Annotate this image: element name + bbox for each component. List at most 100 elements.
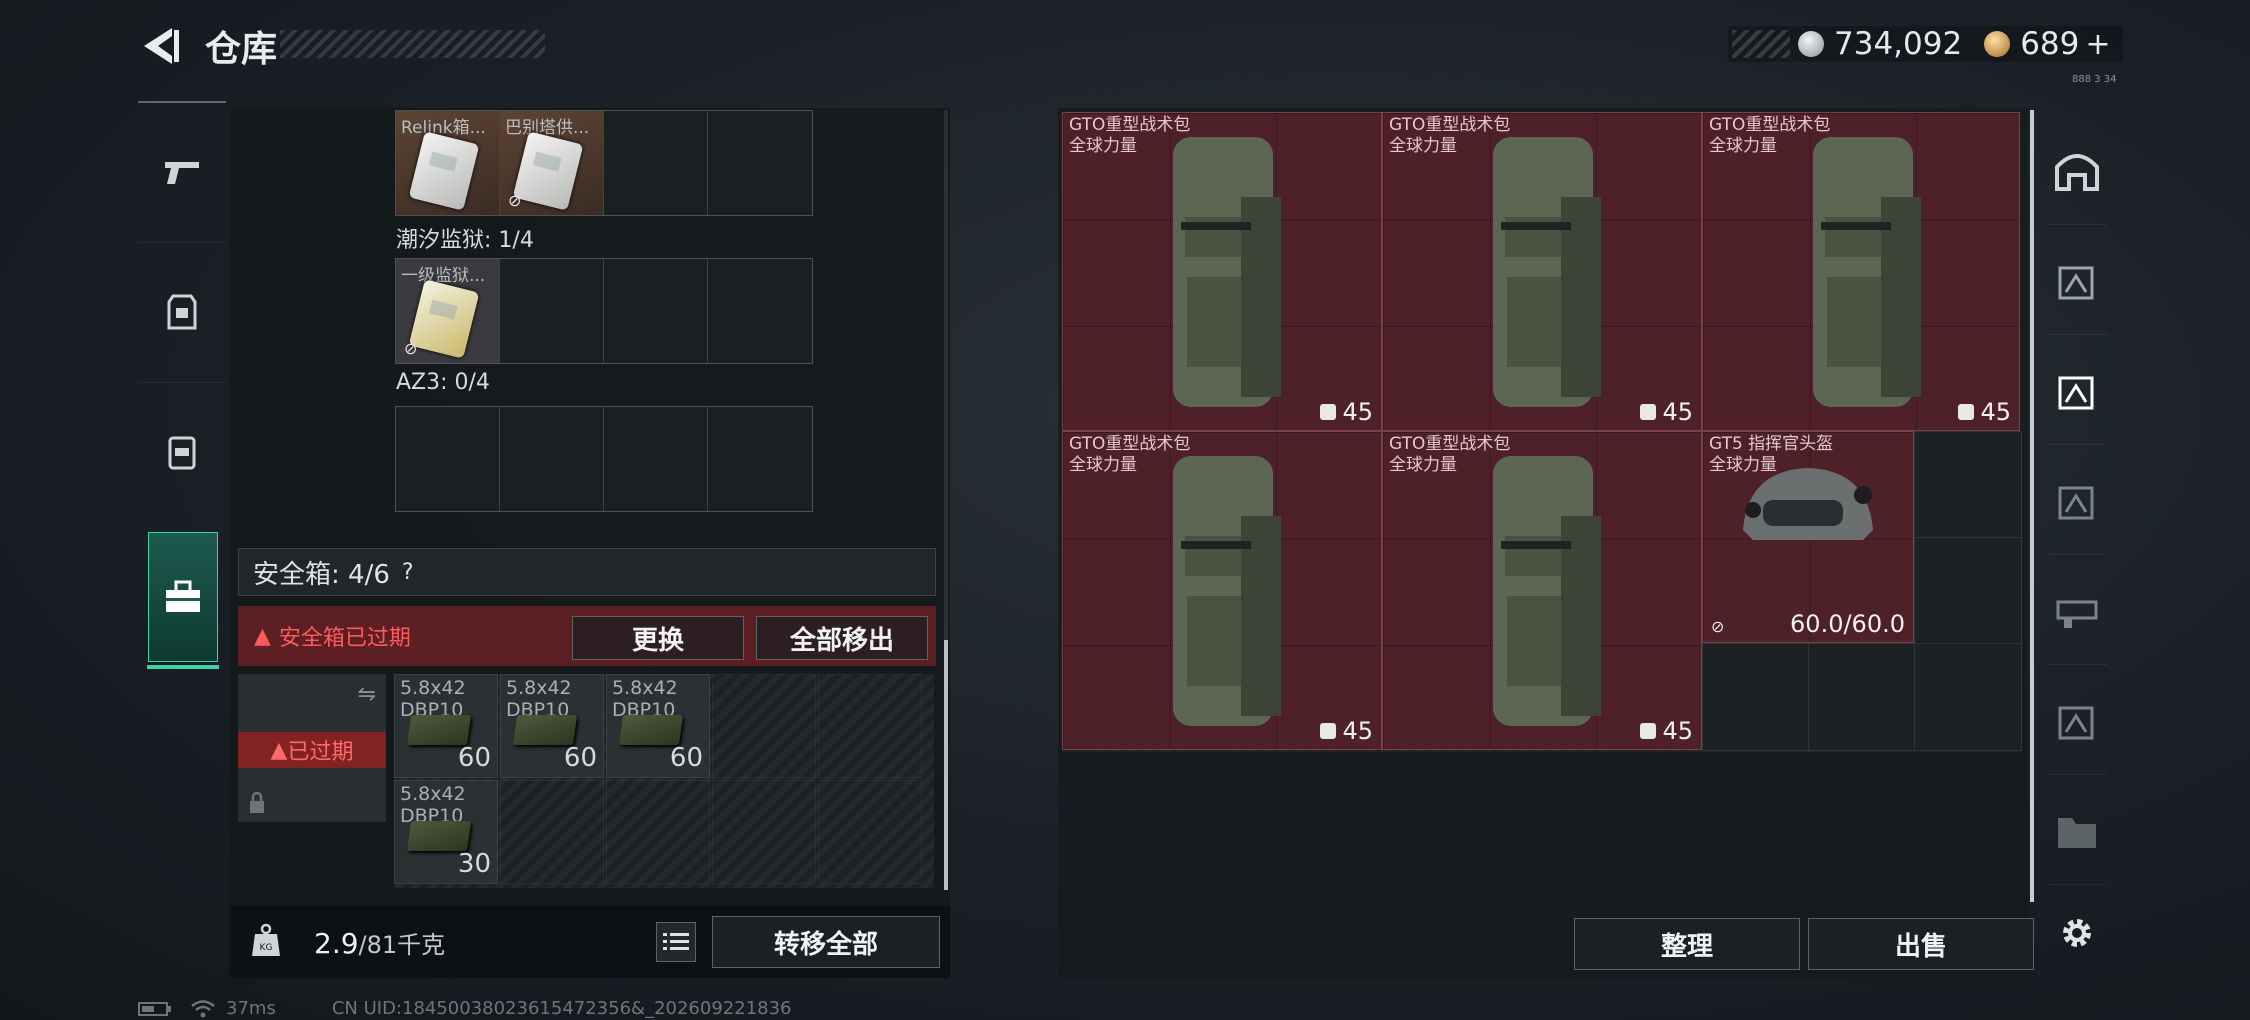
sell-button[interactable]: 出售 bbox=[1808, 918, 2034, 970]
empty-slot[interactable] bbox=[606, 780, 710, 884]
category-tab-all[interactable] bbox=[2046, 118, 2108, 225]
item-gto-backpack[interactable]: GTO重型战术包 全球力量 45 bbox=[1062, 112, 1382, 431]
item-count: 45 bbox=[1958, 398, 2011, 426]
item-gto-backpack[interactable]: GTO重型战术包 全球力量 45 bbox=[1702, 112, 2020, 431]
crate-icon bbox=[2058, 266, 2094, 300]
tab-backpack[interactable] bbox=[138, 382, 226, 521]
backpack-image bbox=[1493, 456, 1601, 726]
item-count: 30 bbox=[457, 849, 491, 879]
item-ammo-dbp10[interactable]: 5.8x42 DBP10 30 bbox=[394, 780, 498, 884]
no-trade-icon: ⊘ bbox=[508, 191, 522, 210]
safe-box-image[interactable]: ⇋ ▲ 已过期 bbox=[238, 674, 386, 822]
item-relink-box[interactable]: Relink箱... bbox=[396, 111, 500, 215]
container-grid-3 bbox=[395, 406, 813, 512]
empty-slot[interactable] bbox=[708, 111, 812, 215]
empty-slot[interactable] bbox=[1914, 643, 2022, 751]
expired-warning-text: 安全箱已过期 bbox=[278, 626, 411, 651]
category-tab-5[interactable] bbox=[2046, 558, 2108, 665]
item-ammo-dbp10[interactable]: 5.8x42 DBP10 60 bbox=[606, 674, 710, 778]
container-grid-2: 一级监狱... ⊘ bbox=[395, 258, 813, 364]
bag-icon bbox=[1320, 404, 1337, 420]
empty-slot[interactable] bbox=[1702, 643, 1810, 751]
empty-slot[interactable] bbox=[604, 259, 708, 363]
item-count: 45 bbox=[1320, 398, 1373, 426]
battery-icon bbox=[138, 1001, 171, 1016]
pistol-icon bbox=[165, 162, 199, 184]
currency-decoration bbox=[1732, 30, 1790, 58]
item-count: 60 bbox=[457, 743, 491, 773]
silver-amount: 734,092 bbox=[1834, 26, 1963, 62]
empty-slot[interactable] bbox=[500, 259, 604, 363]
backpack-image bbox=[1173, 137, 1281, 407]
tab-safe-box[interactable] bbox=[147, 532, 219, 669]
crate-icon bbox=[2058, 486, 2094, 520]
settings-button[interactable] bbox=[2046, 880, 2108, 986]
move-all-out-button[interactable]: 全部移出 bbox=[756, 616, 928, 660]
backpack-icon bbox=[168, 436, 196, 470]
tool-icon bbox=[2056, 600, 2098, 628]
weight-icon: KG bbox=[250, 922, 282, 962]
transfer-all-button[interactable]: 转移全部 bbox=[712, 916, 940, 968]
empty-slot[interactable] bbox=[1914, 431, 2022, 539]
back-button[interactable] bbox=[138, 24, 182, 68]
no-trade-icon: ⊘ bbox=[1711, 617, 1725, 636]
item-ammo-dbp10[interactable]: 5.8x42 DBP10 60 bbox=[394, 674, 498, 778]
arch-icon bbox=[2055, 154, 2099, 191]
right-category-rail bbox=[2030, 108, 2112, 988]
storage-scroll-thumb[interactable] bbox=[944, 640, 948, 890]
empty-slot[interactable] bbox=[604, 407, 708, 511]
empty-slot[interactable] bbox=[500, 407, 604, 511]
armor-icon bbox=[167, 294, 197, 330]
keycard-image bbox=[408, 131, 480, 211]
status-bar: 37ms CN UID:18450038023615472356&_202609… bbox=[138, 998, 792, 1019]
durability: 60.0/60.0 bbox=[1790, 610, 1905, 638]
item-gto-backpack[interactable]: GTO重型战术包 全球力量 45 bbox=[1382, 112, 1702, 431]
add-currency-button[interactable]: + bbox=[2085, 27, 2110, 62]
item-prison-keycard[interactable]: 一级监狱... ⊘ bbox=[396, 259, 500, 363]
item-count: 60 bbox=[669, 743, 703, 773]
locked-slot bbox=[818, 780, 922, 884]
empty-slot[interactable] bbox=[396, 407, 500, 511]
warning-icon: ▲ bbox=[254, 623, 271, 649]
help-button[interactable]: ? bbox=[402, 560, 414, 585]
item-gto-backpack[interactable]: GTO重型战术包 全球力量 45 bbox=[1382, 431, 1702, 750]
tab-weapons[interactable] bbox=[138, 102, 226, 241]
locked-slot bbox=[818, 674, 922, 778]
ping-text: 37ms bbox=[226, 998, 276, 1019]
item-babel-supply[interactable]: 巴别塔供... ⊘ bbox=[500, 111, 604, 215]
empty-slot[interactable] bbox=[708, 407, 812, 511]
empty-slot[interactable] bbox=[500, 780, 604, 884]
empty-slot[interactable] bbox=[1914, 537, 2022, 645]
section-label-az3: AZ3: 0/4 bbox=[396, 370, 490, 395]
backpack-image bbox=[1813, 137, 1921, 407]
list-icon bbox=[663, 933, 689, 950]
wifi-icon bbox=[191, 999, 215, 1017]
section-label-tidal-prison: 潮汐监狱: 1/4 bbox=[396, 228, 534, 253]
backpack-image bbox=[1493, 137, 1601, 407]
list-view-button[interactable] bbox=[656, 922, 696, 962]
title-decoration bbox=[280, 30, 545, 58]
category-tab-2[interactable] bbox=[2046, 228, 2108, 335]
empty-slot[interactable] bbox=[1808, 643, 1916, 751]
category-tab-6[interactable] bbox=[2046, 668, 2108, 775]
locked-slot bbox=[712, 780, 816, 884]
item-gto-backpack[interactable]: GTO重型战术包 全球力量 45 bbox=[1062, 431, 1382, 750]
item-count: 60 bbox=[563, 743, 597, 773]
helmet-image bbox=[1743, 468, 1873, 540]
category-tab-4[interactable] bbox=[2046, 448, 2108, 555]
organize-button[interactable]: 整理 bbox=[1574, 918, 1800, 970]
category-tab-7[interactable] bbox=[2046, 778, 2108, 885]
item-ammo-dbp10[interactable]: 5.8x42 DBP10 60 bbox=[500, 674, 604, 778]
page-title: 仓库 bbox=[205, 29, 278, 70]
gold-coin-icon bbox=[1984, 31, 2011, 57]
container-grid-1: Relink箱... 巴别塔供... ⊘ bbox=[395, 110, 813, 216]
locked-slot bbox=[712, 674, 816, 778]
tab-armor[interactable] bbox=[138, 242, 226, 381]
item-gt5-helmet[interactable]: GT5 指挥官头盔 全球力量 ⊘ 60.0/60.0 bbox=[1702, 431, 1914, 643]
empty-slot[interactable] bbox=[604, 111, 708, 215]
tiny-code: 888 3 34 bbox=[2072, 74, 2117, 85]
category-tab-3-active[interactable] bbox=[2046, 338, 2108, 445]
replace-button[interactable]: 更换 bbox=[572, 616, 744, 660]
safe-expired-bar: ▲ 安全箱已过期 更换 全部移出 bbox=[238, 606, 936, 666]
empty-slot[interactable] bbox=[708, 259, 812, 363]
